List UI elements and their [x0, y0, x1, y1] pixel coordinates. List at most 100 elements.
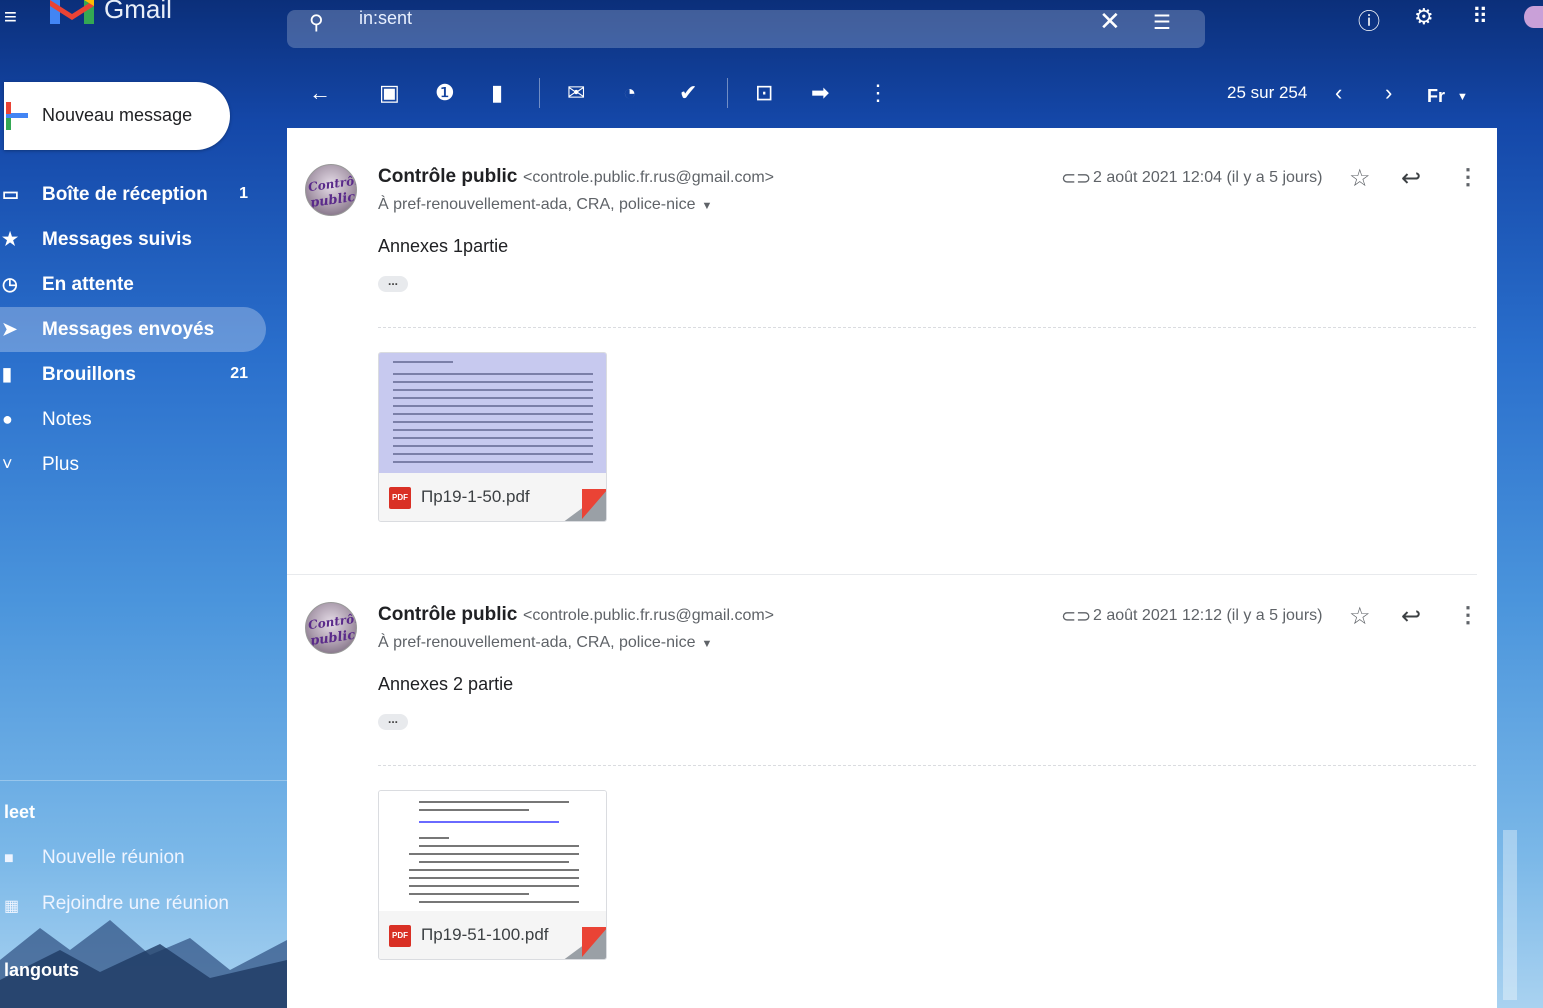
recipients-text: À pref-renouvellement-ada, CRA, police-n… [378, 634, 696, 651]
reply-icon[interactable]: ↩ [1401, 602, 1421, 631]
sidebar-item-inbox[interactable]: ▭ Boîte de réception 1 [0, 172, 266, 217]
sidebar-item-label: Messages suivis [42, 228, 192, 250]
sidebar-item-label: Brouillons [42, 363, 136, 385]
show-trimmed-content-button[interactable]: ... [378, 713, 408, 730]
message-date: 2 août 2021 12:12 (il y a 5 jours) [1093, 607, 1323, 624]
delete-trash-icon[interactable]: ▮ [491, 80, 503, 106]
sidebar-item-starred[interactable]: ★ Messages suivis [0, 217, 266, 262]
search-options-icon[interactable]: ☰ [1153, 10, 1171, 35]
pdf-icon: PDF [389, 487, 411, 509]
back-arrow-icon[interactable]: ← [309, 80, 331, 106]
more-vert-icon[interactable]: ⋮ [1457, 164, 1479, 190]
sidebar-item-more[interactable]: ˅ Plus [0, 442, 266, 487]
star-icon[interactable]: ☆ [1349, 602, 1371, 631]
archive-icon[interactable]: ▣ [379, 80, 400, 106]
mark-unread-icon[interactable]: ✉ [567, 80, 585, 106]
star-icon[interactable]: ☆ [1349, 164, 1371, 193]
compose-plus-icon [6, 102, 28, 130]
sidebar-item-label: Messages envoyés [42, 318, 215, 340]
clear-search-icon[interactable]: ✕ [1099, 6, 1121, 37]
gmail-logo[interactable]: Gmail [50, 0, 172, 24]
label-tag-icon[interactable]: ➡ [811, 80, 829, 106]
conversation-panel: Contrôle public Contrôle public <control… [287, 128, 1497, 1008]
show-trimmed-content-button[interactable]: ... [378, 275, 408, 292]
report-spam-icon[interactable]: ❶ [435, 80, 455, 106]
more-vert-icon[interactable]: ⋮ [1457, 602, 1479, 628]
attachment-footer: PDF Пр19-1-50.pdf [379, 473, 606, 521]
video-camera-icon: ■ [4, 850, 14, 867]
sidebar-item-label: Plus [42, 453, 79, 475]
attachment-card[interactable]: PDF Пр19-1-50.pdf [378, 352, 607, 522]
sender-name[interactable]: Contrôle public [378, 166, 517, 188]
attachment-filename: Пр19-51-100.pdf [421, 925, 549, 944]
add-task-icon[interactable]: ✔ [679, 80, 697, 106]
sidebar-item-label: Notes [42, 408, 92, 430]
message-toolbar: ← ▣ ❶ ▮ ✉ ◔ ✔ ⊡ ➡ ⋮ 25 sur 254 ‹ › Fr ▼ [287, 70, 1497, 120]
attachment-footer: PDF Пр19-51-100.pdf [379, 911, 606, 959]
recipients[interactable]: À pref-renouvellement-ada, CRA, police-n… [378, 634, 712, 652]
snooze-clock-icon[interactable]: ◔ [623, 80, 636, 106]
clock-icon: ◷ [2, 274, 18, 294]
sidebar-item-label: En attente [42, 273, 134, 295]
sender-avatar[interactable]: Contrôle public [305, 164, 357, 216]
compose-button[interactable]: Nouveau message [4, 82, 230, 150]
sidebar-item-sent[interactable]: ➤ Messages envoyés [0, 307, 266, 352]
settings-gear-icon[interactable]: ⚙ [1414, 4, 1434, 30]
paperclip-icon: ⊂⊃ [1061, 606, 1092, 626]
message-card: Contrôle public Contrôle public <control… [287, 128, 1497, 566]
send-icon: ➤ [2, 319, 18, 339]
message-body: Annexes 1partie [378, 236, 509, 256]
paperclip-icon: ⊂⊃ [1061, 168, 1092, 188]
attachment-card[interactable]: PDF Пр19-51-100.pdf [378, 790, 607, 960]
sidebar-item-drafts[interactable]: ▮ Brouillons 21 [0, 352, 266, 397]
sidebar-item-snoozed[interactable]: ◷ En attente [0, 262, 266, 307]
inbox-icon: ▭ [2, 184, 20, 204]
recipients[interactable]: À pref-renouvellement-ada, CRA, police-n… [378, 196, 712, 214]
pagination-count: 25 sur 254 [1227, 83, 1308, 102]
next-page-icon[interactable]: › [1385, 80, 1392, 106]
reply-icon[interactable]: ↩ [1401, 164, 1421, 193]
move-to-icon[interactable]: ⊡ [755, 80, 773, 106]
sidebar-divider [0, 780, 287, 781]
details-caret-icon[interactable]: ▼ [701, 638, 712, 650]
label-icon: ● [2, 409, 13, 429]
toolbar-divider [727, 78, 728, 108]
main-menu-icon[interactable]: ≡ [4, 4, 17, 30]
toolbar-divider [539, 78, 540, 108]
sender-email: <controle.public.fr.rus@gmail.com> [523, 607, 775, 624]
top-bar: ≡ Gmail ⚲ in:sent ✕ ☰ ⓘ ⚙ ⠿ [0, 0, 1543, 60]
attachments-divider [378, 327, 1476, 328]
prev-page-icon[interactable]: ‹ [1335, 80, 1342, 106]
sender-name[interactable]: Contrôle public [378, 604, 517, 626]
chevron-down-icon: ˅ [2, 454, 13, 474]
attachment-thumbnail [379, 791, 606, 911]
sidebar-item-notes[interactable]: ● Notes [0, 397, 266, 442]
help-icon[interactable]: ⓘ [1358, 4, 1380, 36]
gmail-m-icon [50, 0, 94, 24]
star-icon: ★ [2, 229, 19, 249]
sender-avatar[interactable]: Contrôle public [305, 602, 357, 654]
new-meeting-link[interactable]: Nouvelle réunion [42, 847, 185, 869]
pdf-icon: PDF [389, 925, 411, 947]
caret-down-icon[interactable]: ▼ [1457, 84, 1468, 110]
search-icon[interactable]: ⚲ [309, 10, 324, 35]
draft-icon: ▮ [2, 364, 12, 384]
apps-grid-icon[interactable]: ⠿ [1472, 4, 1488, 30]
app-name: Gmail [104, 0, 172, 24]
sender-email: <controle.public.fr.rus@gmail.com> [523, 169, 775, 186]
drafts-count: 21 [230, 365, 248, 382]
message-date: 2 août 2021 12:04 (il y a 5 jours) [1093, 169, 1323, 186]
scrollbar-thumb[interactable] [1503, 830, 1517, 1000]
meet-section-title: leet [4, 802, 36, 822]
search-bar[interactable]: ⚲ in:sent ✕ ☰ [287, 6, 1205, 48]
message-body: Annexes 2 partie [378, 674, 514, 694]
recipients-text: À pref-renouvellement-ada, CRA, police-n… [378, 196, 696, 213]
message-card: Contrôle public Contrôle public <control… [287, 566, 1497, 1004]
details-caret-icon[interactable]: ▼ [701, 200, 712, 212]
mountain-background [0, 920, 287, 1008]
search-input[interactable]: in:sent [359, 8, 412, 29]
hangouts-section-title: langouts [4, 960, 79, 980]
account-avatar[interactable] [1524, 6, 1543, 28]
more-vert-icon[interactable]: ⋮ [867, 80, 889, 106]
input-language-selector[interactable]: Fr [1427, 83, 1445, 109]
